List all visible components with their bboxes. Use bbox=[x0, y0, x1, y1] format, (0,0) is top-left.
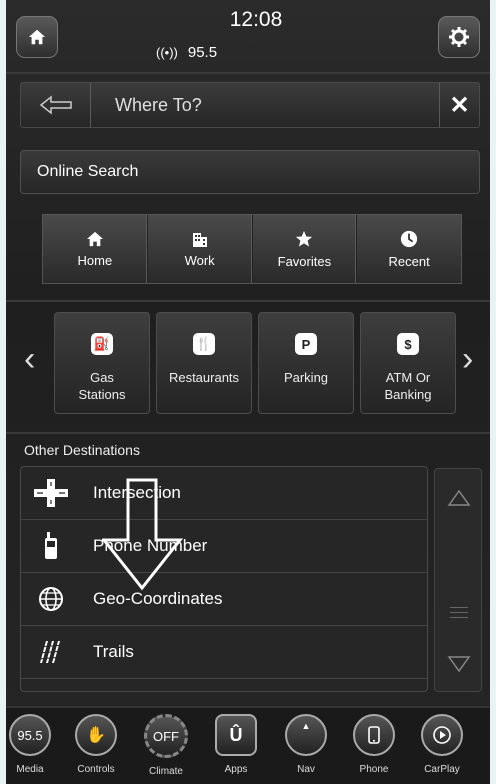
back-button[interactable] bbox=[21, 83, 91, 127]
poi-label: Restaurants bbox=[168, 370, 240, 385]
home-icon bbox=[28, 29, 46, 45]
dock-climate[interactable]: OFF Climate bbox=[136, 714, 196, 777]
poi-label: ATM Or Banking bbox=[384, 370, 432, 402]
scroll-up-icon[interactable] bbox=[447, 489, 471, 507]
compass-icon: ▲ bbox=[285, 714, 327, 756]
carplay-icon bbox=[421, 714, 463, 756]
search-input[interactable]: Where To? bbox=[115, 95, 202, 116]
dock-label: Apps bbox=[224, 764, 248, 775]
other-destinations-list: Intersection Phone Number Geo-Coordinate… bbox=[20, 466, 428, 692]
dock-label: CarPlay bbox=[424, 764, 460, 775]
dock-label: Controls bbox=[77, 764, 115, 775]
radio-status: ((•)) 95.5 bbox=[156, 44, 217, 61]
divider bbox=[6, 432, 490, 434]
dock-label: Phone bbox=[359, 764, 389, 775]
online-search-button[interactable]: Online Search bbox=[20, 150, 480, 194]
poi-label: Parking bbox=[283, 370, 329, 385]
list-item-intersection[interactable]: Intersection bbox=[21, 467, 427, 520]
quick-work[interactable]: Work bbox=[148, 215, 253, 283]
settings-button[interactable] bbox=[438, 16, 480, 58]
intersection-icon bbox=[34, 479, 68, 507]
nav-screen: 12:08 ((•)) 95.5 Where To? ✕ Online Sear… bbox=[6, 0, 490, 784]
trails-icon bbox=[38, 641, 64, 663]
back-arrow-icon bbox=[39, 95, 72, 115]
bottom-dock: 95.5 Media ✋ Controls OFF Climate Û Apps… bbox=[6, 706, 490, 784]
prev-category-button[interactable]: ‹ bbox=[24, 340, 35, 379]
quick-label: Work bbox=[184, 252, 215, 268]
home-icon bbox=[86, 231, 103, 246]
star-icon bbox=[296, 230, 313, 247]
building-icon bbox=[192, 232, 207, 247]
dollar-icon: $ bbox=[397, 333, 419, 355]
list-item-label: Geo-Coordinates bbox=[93, 589, 223, 608]
quick-home[interactable]: Home bbox=[43, 215, 148, 283]
scroll-down-icon[interactable] bbox=[447, 655, 471, 673]
list-scrollbar[interactable] bbox=[434, 468, 482, 692]
dock-carplay[interactable]: CarPlay bbox=[412, 714, 472, 775]
radio-station: 95.5 bbox=[187, 44, 218, 61]
list-item-trails[interactable]: Trails bbox=[21, 626, 427, 679]
radio-signal-icon: ((•)) bbox=[156, 45, 178, 60]
other-destinations-title: Other Destinations bbox=[24, 442, 140, 458]
next-category-button[interactable]: › bbox=[462, 340, 473, 379]
divider bbox=[6, 72, 490, 74]
clear-button[interactable]: ✕ bbox=[439, 83, 479, 127]
phone-icon bbox=[45, 532, 57, 559]
globe-icon bbox=[39, 587, 63, 611]
gear-icon bbox=[449, 27, 469, 47]
poi-gas-stations[interactable]: ⛽ Gas Stations bbox=[54, 312, 150, 414]
down-arrow-icon bbox=[102, 478, 184, 591]
parking-icon: P bbox=[295, 333, 317, 355]
dock-media[interactable]: 95.5 Media bbox=[6, 714, 60, 775]
home-button[interactable] bbox=[16, 16, 58, 58]
scroll-handle-icon[interactable] bbox=[450, 607, 468, 618]
search-bar: Where To? ✕ bbox=[20, 82, 480, 128]
controls-icon: ✋ bbox=[75, 714, 117, 756]
quick-label: Favorites bbox=[277, 253, 332, 269]
quick-favorites[interactable]: Favorites bbox=[253, 215, 358, 283]
quick-label: Recent bbox=[388, 253, 430, 269]
quick-label: Home bbox=[77, 252, 113, 268]
quick-destinations: Home Work Favorites Recent bbox=[42, 214, 462, 284]
apps-icon: Û bbox=[215, 714, 257, 756]
media-icon: 95.5 bbox=[9, 714, 51, 756]
list-item-label: Trails bbox=[93, 642, 134, 661]
dock-nav[interactable]: ▲ Nav bbox=[276, 714, 336, 775]
poi-label: Gas Stations bbox=[78, 370, 126, 402]
clock-icon bbox=[401, 230, 418, 247]
dock-label: Climate bbox=[149, 766, 183, 777]
climate-icon: OFF bbox=[144, 714, 188, 758]
gas-pump-icon: ⛽ bbox=[91, 333, 113, 355]
list-item-phone-number[interactable]: Phone Number bbox=[21, 520, 427, 573]
dock-apps[interactable]: Û Apps bbox=[206, 714, 266, 775]
poi-atm-banking[interactable]: $ ATM Or Banking bbox=[360, 312, 456, 414]
poi-parking[interactable]: P Parking bbox=[258, 312, 354, 414]
divider bbox=[6, 300, 490, 302]
poi-restaurants[interactable]: 🍴 Restaurants bbox=[156, 312, 252, 414]
dock-phone[interactable]: Phone bbox=[344, 714, 404, 775]
dock-controls[interactable]: ✋ Controls bbox=[66, 714, 126, 775]
phone-icon bbox=[353, 714, 395, 756]
clock: 12:08 bbox=[229, 8, 283, 31]
list-item-geo-coordinates[interactable]: Geo-Coordinates bbox=[21, 573, 427, 626]
quick-recent[interactable]: Recent bbox=[357, 215, 461, 283]
dock-label: Nav bbox=[297, 764, 315, 775]
dock-label: Media bbox=[16, 764, 44, 775]
fork-knife-icon: 🍴 bbox=[193, 333, 215, 355]
